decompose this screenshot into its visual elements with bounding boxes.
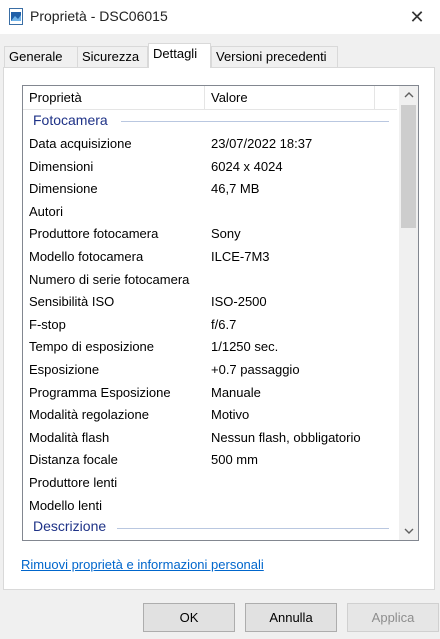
property-name: Tempo di esposizione <box>29 339 155 355</box>
property-row[interactable]: Esposizione +0.7 passaggio <box>23 359 393 381</box>
remove-properties-link[interactable]: Rimuovi proprietà e informazioni persona… <box>21 557 264 572</box>
list-header: Proprietà Valore <box>23 86 397 110</box>
property-name: Data acquisizione <box>29 136 132 151</box>
column-header-property[interactable]: Proprietà <box>29 90 82 105</box>
property-row[interactable]: Produttore lenti <box>23 472 393 494</box>
scrollbar-thumb[interactable] <box>401 105 416 228</box>
property-name: Dimensioni <box>29 158 94 174</box>
tab-dettagli[interactable]: Dettagli <box>148 43 211 68</box>
property-row[interactable]: F-stop f/6.7 <box>23 314 393 336</box>
property-value[interactable]: 6024 x 4024 <box>211 159 283 174</box>
group-header-camera: Fotocamera <box>33 112 108 128</box>
property-value[interactable]: +0.7 passaggio <box>211 362 300 377</box>
scroll-up-button[interactable] <box>399 86 418 104</box>
property-value[interactable]: Nessun flash, obbligatorio <box>211 430 361 445</box>
property-name: Sensibilità ISO <box>29 294 115 310</box>
column-divider[interactable] <box>204 86 205 109</box>
property-name: Dimensione <box>29 181 98 197</box>
property-name: Modello fotocamera <box>29 249 144 264</box>
property-name: Produttore lenti <box>29 475 118 490</box>
property-row[interactable]: Numero di serie fotocamera <box>23 269 393 291</box>
property-row[interactable]: Produttore fotocamera Sony <box>23 223 393 245</box>
property-name: Modello lenti <box>29 497 102 513</box>
property-name: Esposizione <box>29 362 100 377</box>
cancel-button[interactable]: Annulla <box>245 603 337 632</box>
chevron-up-icon <box>404 90 414 101</box>
vertical-scrollbar[interactable] <box>399 86 418 540</box>
tab-sicurezza[interactable]: Sicurezza <box>77 46 148 67</box>
property-row[interactable]: Dimensioni 6024 x 4024 <box>23 156 393 178</box>
tab-versioni-precedenti[interactable]: Versioni precedenti <box>211 46 338 67</box>
column-header-value[interactable]: Valore <box>211 90 248 105</box>
properties-list[interactable]: Proprietà Valore Fotocamera Data acquisi… <box>22 85 419 541</box>
property-value[interactable]: Manuale <box>211 385 261 400</box>
scroll-down-button[interactable] <box>399 522 418 540</box>
property-row[interactable]: Modalità regolazione Motivo <box>23 404 393 426</box>
property-row[interactable]: Distanza focale 500 mm <box>23 449 393 471</box>
title-bar: Proprietà - DSC06015 ✕ <box>0 0 440 34</box>
chevron-down-icon <box>404 526 414 537</box>
property-row[interactable]: Modello fotocamera ILCE-7M3 <box>23 246 393 268</box>
property-value[interactable]: f/6.7 <box>211 317 236 332</box>
details-panel: Proprietà Valore Fotocamera Data acquisi… <box>3 67 435 590</box>
close-button[interactable]: ✕ <box>394 0 440 34</box>
property-name: Programma Esposizione <box>29 384 171 400</box>
group-header-description: Descrizione <box>33 518 107 534</box>
ok-button[interactable]: OK <box>143 603 235 632</box>
group-divider <box>117 528 389 529</box>
property-value[interactable]: 23/07/2022 18:37 <box>211 136 312 151</box>
close-icon: ✕ <box>409 6 425 27</box>
property-name: Distanza focale <box>29 452 118 468</box>
tab-generale[interactable]: Generale <box>4 46 78 67</box>
property-name: Numero di serie fotocamera <box>29 271 190 287</box>
property-row[interactable]: Sensibilità ISO ISO-2500 <box>23 291 393 313</box>
property-value[interactable]: ISO-2500 <box>211 294 267 309</box>
property-row[interactable]: Modalità flash Nessun flash, obbligatorio <box>23 427 393 449</box>
property-value[interactable]: Motivo <box>211 407 249 422</box>
property-value[interactable]: ILCE-7M3 <box>211 249 270 264</box>
property-value[interactable]: 500 mm <box>211 452 258 467</box>
property-name: Produttore fotocamera <box>29 226 159 242</box>
property-value[interactable]: 46,7 MB <box>211 181 259 196</box>
image-file-icon <box>9 8 23 25</box>
property-value[interactable]: 1/1250 sec. <box>211 339 278 354</box>
property-row[interactable]: Autori <box>23 201 393 223</box>
window-title: Proprietà - DSC06015 <box>30 8 168 24</box>
column-divider[interactable] <box>374 86 375 109</box>
property-row[interactable]: Data acquisizione 23/07/2022 18:37 <box>23 133 393 155</box>
property-name: Modalità flash <box>29 429 110 445</box>
property-row[interactable]: Tempo di esposizione 1/1250 sec. <box>23 336 393 358</box>
property-name: Autori <box>29 203 63 219</box>
property-row[interactable]: Programma Esposizione Manuale <box>23 382 393 404</box>
property-value[interactable]: Sony <box>211 226 241 241</box>
property-row[interactable]: Dimensione 46,7 MB <box>23 178 393 200</box>
property-name: F-stop <box>29 316 66 332</box>
property-row[interactable]: Modello lenti <box>23 495 393 517</box>
group-divider <box>121 121 389 122</box>
property-name: Modalità regolazione <box>29 407 149 423</box>
apply-button[interactable]: Applica <box>347 603 439 632</box>
